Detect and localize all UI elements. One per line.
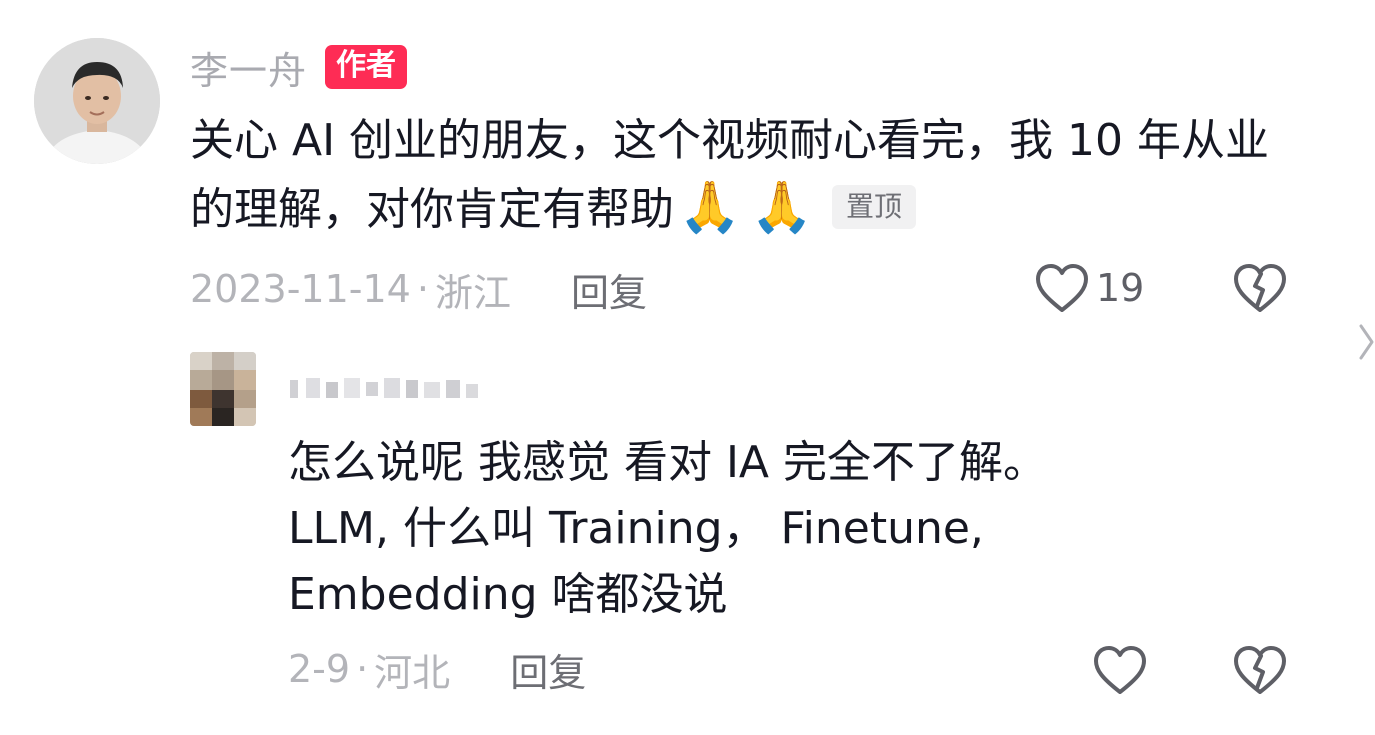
heart-outline-icon — [1092, 644, 1148, 696]
reply-location: 河北 — [374, 650, 451, 695]
reply-avatar[interactable] — [190, 352, 256, 426]
heart-outline-icon — [1034, 262, 1090, 314]
broken-heart-icon — [1232, 262, 1288, 314]
reply-line: Embedding 啥都没说 — [288, 569, 728, 620]
meta-separator: · — [416, 267, 429, 311]
like-button[interactable]: 19 — [1034, 262, 1144, 314]
comment-date: 2023-11-14 — [190, 267, 411, 311]
reply-text: 怎么说呢 我感觉 看对 IA 完全不了解。 LLM, 什么叫 Training，… — [288, 430, 1268, 628]
author-badge: 作者 — [325, 45, 408, 89]
author-avatar[interactable] — [34, 38, 160, 164]
broken-heart-icon — [1232, 644, 1288, 696]
reply-meta: 2-9 · 河北 回复 — [288, 642, 586, 697]
reply-line: LLM, 什么叫 Training， Finetune, — [288, 503, 984, 554]
reply-date: 2-9 — [288, 647, 351, 691]
chevron-right-icon[interactable] — [1358, 322, 1375, 366]
pinned-badge: 置顶 — [832, 185, 917, 229]
dislike-button[interactable] — [1232, 644, 1288, 696]
author-row: 李一舟 作者 — [190, 40, 408, 95]
pray-emoji: 🙏 — [750, 178, 814, 236]
like-count: 19 — [1096, 266, 1145, 310]
dislike-button[interactable] — [1232, 262, 1288, 314]
meta-separator: · — [356, 647, 369, 691]
like-button[interactable] — [1092, 644, 1148, 696]
pray-emoji: 🙏 — [678, 178, 742, 236]
reply-username[interactable] — [290, 370, 480, 406]
author-name[interactable]: 李一舟 — [190, 40, 307, 95]
comment-text: 关心 AI 创业的朋友，这个视频耐心看完，我 10 年从业的理解，对你肯定有帮助… — [190, 108, 1280, 243]
reply-button[interactable]: 回复 — [510, 642, 586, 697]
reply-line: 怎么说呢 我感觉 看对 IA 完全不了解。 — [288, 437, 1048, 488]
comment-location: 浙江 — [434, 270, 511, 315]
reply-button[interactable]: 回复 — [571, 262, 647, 317]
comment-meta: 2023-11-14 · 浙江 回复 — [190, 262, 647, 317]
